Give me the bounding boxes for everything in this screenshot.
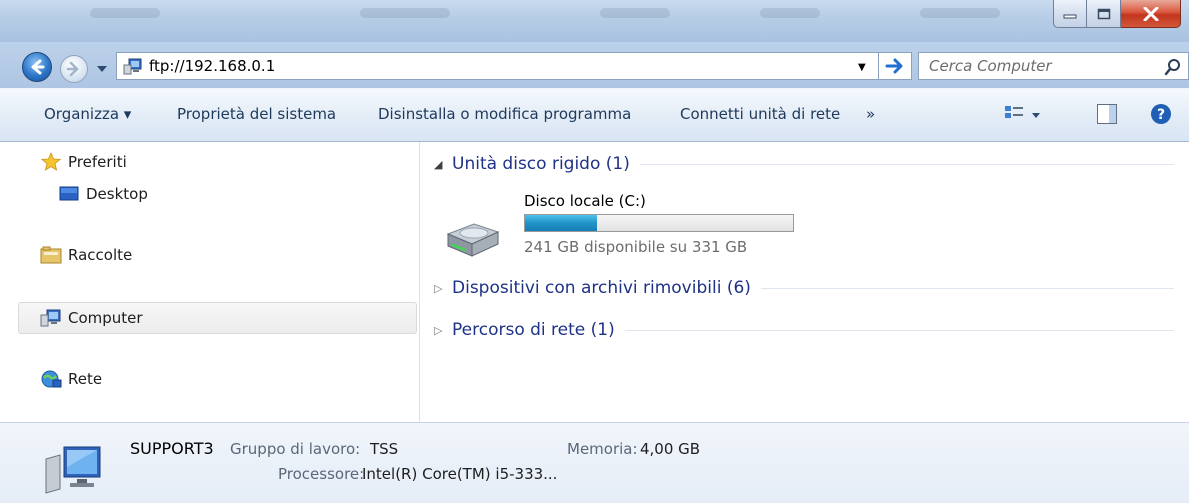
drive-name: Disco locale (C:) [524,192,646,210]
computer-name: SUPPORT3 [130,439,214,458]
search-placeholder: Cerca Computer [929,57,1052,75]
hard-drive-icon [446,223,500,257]
search-icon[interactable] [1164,58,1182,76]
minimize-button[interactable] [1053,0,1087,28]
maximize-icon [1097,8,1110,19]
address-bar[interactable]: ftp://192.168.0.1 [116,52,912,80]
group-title: Unità disco rigido (1) [452,154,630,174]
nav-label: Raccolte [68,246,133,264]
nav-item-network[interactable]: Rete [40,369,102,389]
change-view-icon[interactable] [1003,103,1043,125]
address-text: ftp://192.168.0.1 [149,57,276,75]
processor-value: Intel(R) Core(TM) i5-333... [362,465,558,483]
libraries-icon [40,245,62,265]
svg-text:?: ? [1157,107,1165,123]
close-button[interactable] [1121,0,1181,28]
nav-label: Rete [68,370,103,388]
nav-item-libraries[interactable]: Raccolte [40,245,132,265]
collapsed-arrow-icon: ▷ [434,281,443,295]
more-commands-button[interactable]: » [866,105,875,123]
drive-usage-fill [525,215,598,231]
go-arrow-icon [885,58,903,74]
drive-usage-bar [524,214,794,232]
arrow-left-icon [31,59,45,75]
processor-label: Processore: [278,465,365,483]
close-icon [1143,6,1158,21]
title-blur [760,8,820,18]
group-header-hard-drives[interactable]: ◢ Unità disco rigido (1) [434,154,1174,174]
details-pane: SUPPORT3 Gruppo di lavoro: TSS Memoria: … [0,422,1189,503]
expanded-arrow-icon: ◢ [434,157,443,171]
memory-value: 4,00 GB [640,440,701,458]
desktop-icon [58,184,80,204]
computer-icon [123,58,142,75]
nav-item-desktop[interactable]: Desktop [58,184,148,204]
go-button[interactable] [878,52,912,80]
help-icon[interactable]: ? [1150,103,1172,125]
uninstall-program-button[interactable]: Disinstalla o modifica programma [378,105,631,123]
explorer-window: ftp://192.168.0.1 ▼ Cerca Computer Organ… [0,0,1189,503]
workgroup-value: TSS [370,440,399,458]
minimize-icon [1063,14,1077,18]
title-blur [920,8,1000,18]
content-pane: ◢ Unità disco rigido (1) Disco locale (C… [420,142,1189,422]
group-header-network-locations[interactable]: ▷ Percorso di rete (1) [434,320,1174,340]
search-input[interactable]: Cerca Computer [918,52,1189,80]
title-bar[interactable] [0,0,1189,42]
nav-item-computer[interactable]: Computer [40,308,143,328]
nav-label: Desktop [86,185,148,203]
system-properties-button[interactable]: Proprietà del sistema [177,105,336,123]
group-divider [639,163,1174,165]
forward-button[interactable] [60,55,88,83]
preview-pane-icon[interactable] [1096,103,1118,125]
recent-pages-icon[interactable] [94,61,110,77]
navigation-pane: Preferiti Desktop Raccolte Computer Rete [0,142,420,422]
map-network-drive-button[interactable]: Connetti unità di rete [680,105,840,123]
back-button[interactable] [22,52,52,82]
nav-item-favorites[interactable]: Preferiti [40,152,127,172]
computer-icon [40,308,62,328]
caption-buttons [1053,0,1181,28]
group-divider [760,287,1174,289]
nav-label: Preferiti [68,153,127,171]
group-title: Dispositivi con archivi rimovibili (6) [452,278,751,298]
address-row: ftp://192.168.0.1 ▼ Cerca Computer [0,42,1189,88]
arrow-right-icon [66,61,79,77]
group-title: Percorso di rete (1) [452,320,615,340]
group-header-removable[interactable]: ▷ Dispositivi con archivi rimovibili (6) [434,278,1174,298]
computer-large-icon [45,446,101,494]
command-bar: Organizza ▾ Proprietà del sistema Disins… [0,88,1189,142]
title-blur [90,8,160,18]
organize-button[interactable]: Organizza ▾ [44,105,131,123]
title-blur [360,8,450,18]
collapsed-arrow-icon: ▷ [434,323,443,337]
workgroup-label: Gruppo di lavoro: [230,440,361,458]
network-icon [40,369,62,389]
memory-label: Memoria: [567,440,638,458]
star-icon [40,152,62,172]
title-blur [600,8,670,18]
nav-label: Computer [68,309,143,327]
group-divider [624,329,1174,331]
drive-free-space: 241 GB disponibile su 331 GB [524,238,748,256]
maximize-button[interactable] [1087,0,1121,28]
